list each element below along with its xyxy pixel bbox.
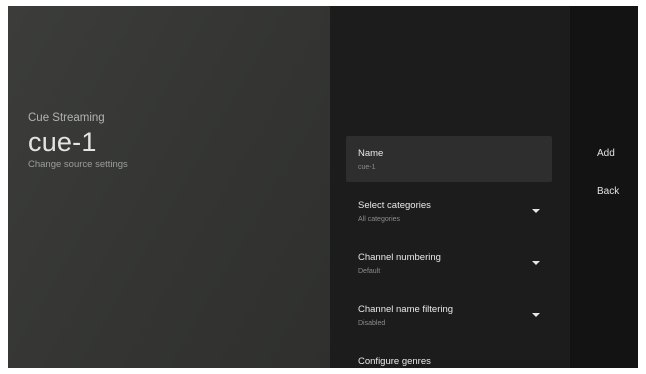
setting-configure-genres[interactable]: Configure genres: [346, 344, 552, 368]
setting-label: Channel numbering: [358, 252, 441, 263]
add-button[interactable]: Add: [597, 148, 615, 159]
actions-panel: Add Back: [570, 6, 638, 368]
setting-label: Channel name filtering: [358, 304, 454, 315]
tv-settings-screen: Cue Streaming cue-1 Change source settin…: [8, 6, 638, 368]
setting-value: Disabled: [358, 320, 386, 327]
setting-value: Default: [358, 268, 381, 275]
source-subtitle: Change source settings: [28, 159, 128, 170]
setting-label: Select categories: [358, 200, 431, 211]
setting-value: cue-1: [358, 164, 376, 171]
app-name: Cue Streaming: [28, 112, 105, 124]
guidance-panel: Cue Streaming cue-1 Change source settin…: [8, 6, 330, 368]
setting-label: Name: [358, 148, 384, 159]
setting-select-categories[interactable]: Select categories All categories: [346, 188, 552, 234]
caret-down-icon: [532, 313, 540, 317]
setting-channel-name-filtering[interactable]: Channel name filtering Disabled: [346, 292, 552, 338]
setting-name[interactable]: Name cue-1: [346, 136, 552, 182]
caret-down-icon: [532, 261, 540, 265]
setting-channel-numbering[interactable]: Channel numbering Default: [346, 240, 552, 286]
settings-list: Name cue-1 Select categories All categor…: [330, 6, 570, 368]
source-title: cue-1: [28, 127, 97, 157]
setting-label: Configure genres: [358, 356, 431, 367]
source-info: Cue Streaming cue-1 Change source settin…: [28, 112, 128, 170]
setting-value: All categories: [358, 216, 401, 223]
back-button[interactable]: Back: [597, 186, 619, 197]
caret-down-icon: [532, 209, 540, 213]
